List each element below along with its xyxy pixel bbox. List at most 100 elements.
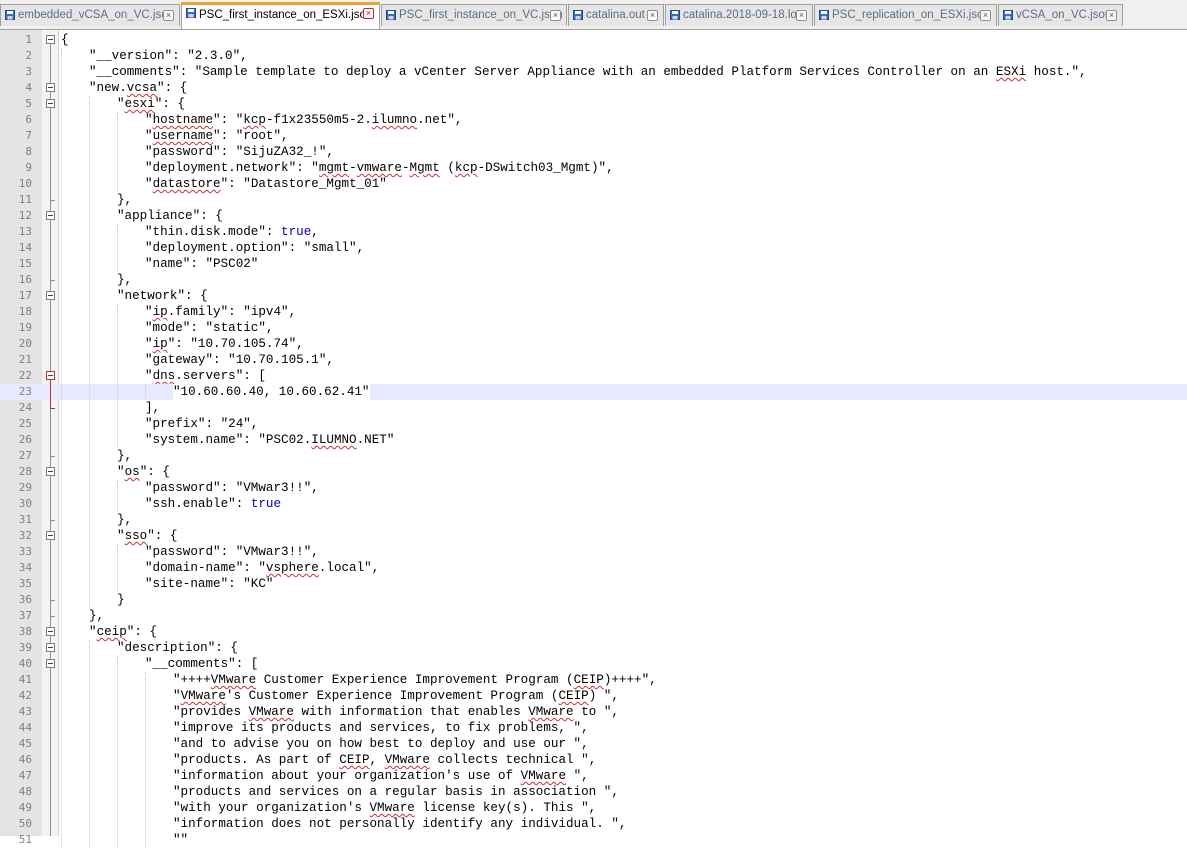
tab-label: PSC_replication_on_ESXi.json [832,9,990,21]
code-line[interactable]: 40 "__comments": [ [0,656,1187,672]
code-line[interactable]: 7 "username": "root", [0,128,1187,144]
code-line[interactable]: 29 "password": "VMwar3!!", [0,480,1187,496]
code-text: "new.vcsa": { [89,81,188,95]
code-text: }, [117,449,133,463]
code-line[interactable]: 48 "products and services on a regular ba… [0,784,1187,800]
close-tab-icon[interactable]: × [647,10,658,21]
code-line[interactable]: 37}, [0,608,1187,624]
code-line[interactable]: 32 "sso": { [0,528,1187,544]
code-line[interactable]: 34 "domain-name": "vsphere.local", [0,560,1187,576]
tab-4[interactable]: catalina.out × [568,4,664,26]
code-line[interactable]: 10 "datastore": "Datastore_Mgmt_01" [0,176,1187,192]
code-line[interactable]: 15 "name": "PSC02" [0,256,1187,272]
close-tab-icon[interactable]: × [980,10,991,21]
fold-toggle-icon[interactable] [46,211,55,220]
code-line[interactable]: 22 "dns.servers": [ [0,368,1187,384]
close-tab-icon[interactable]: × [796,10,807,21]
code-line[interactable]: 41 "++++VMware Customer Experience Improv… [0,672,1187,688]
line-number: 31 [18,513,32,526]
tab-7[interactable]: vCSA_on_VC.json × [998,4,1123,26]
code-line[interactable]: 20 "ip": "10.70.105.74", [0,336,1187,352]
code-line[interactable]: 25 "prefix": "24", [0,416,1187,432]
indent-guide [117,112,118,192]
code-line[interactable]: 18 "ip.family": "ipv4", [0,304,1187,320]
fold-toggle-icon[interactable] [46,35,55,44]
code-line[interactable]: 21 "gateway": "10.70.105.1", [0,352,1187,368]
code-line[interactable]: 8 "password": "SijuZA32_!", [0,144,1187,160]
code-line[interactable]: 49 "with your organization's VMware licen… [0,800,1187,816]
code-line[interactable]: 47 "information about your organization's… [0,768,1187,784]
code-line[interactable]: 4 "new.vcsa": { [0,80,1187,96]
fold-toggle-icon[interactable] [46,371,55,380]
fold-toggle-icon[interactable] [46,99,55,108]
code-line[interactable]: 17 "network": { [0,288,1187,304]
code-line[interactable]: 3 "__comments": "Sample template to deplo… [0,64,1187,80]
tab-6[interactable]: PSC_replication_on_ESXi.json × [814,4,997,26]
code-line[interactable]: 11}, [0,192,1187,208]
line-number: 47 [18,769,32,782]
code-text: "sso": { [117,529,178,543]
close-tab-icon[interactable]: × [550,10,561,21]
fold-toggle-icon[interactable] [46,467,55,476]
tab-label: PSC_first_instance_on_ESXi.json [199,9,373,21]
code-text: "__comments": [ [145,657,259,671]
code-line[interactable]: 12 "appliance": { [0,208,1187,224]
code-line[interactable]: 30 "ssh.enable": true [0,496,1187,512]
code-line[interactable]: 26 "system.name": "PSC02.ILUMNO.NET" [0,432,1187,448]
tab-2[interactable]: PSC_first_instance_on_ESXi.json × [181,2,380,29]
code-line[interactable]: 9 "deployment.network": "mgmt-vmware-Mgmt… [0,160,1187,176]
fold-toggle-icon[interactable] [46,659,55,668]
code-line[interactable]: 36} [0,592,1187,608]
line-number: 10 [18,177,32,190]
code-text: "description": { [117,641,238,655]
code-line[interactable]: 13 "thin.disk.mode": true, [0,224,1187,240]
line-number: 30 [18,497,32,510]
code-text: "name": "PSC02" [145,257,259,271]
indent-guide [117,656,118,848]
fold-toggle-icon[interactable] [46,643,55,652]
close-tab-icon[interactable]: × [1106,10,1117,21]
tab-1[interactable]: embedded_vCSA_on_VC.json × [0,4,180,26]
code-line[interactable]: 16}, [0,272,1187,288]
code-text: "os": { [117,465,170,479]
code-line[interactable]: 42 "VMware's Customer Experience Improvem… [0,688,1187,704]
code-line[interactable]: 33 "password": "VMwar3!!", [0,544,1187,560]
code-line[interactable]: 44 "improve its products and services, to… [0,720,1187,736]
code-line[interactable]: 27}, [0,448,1187,464]
code-line[interactable]: 2 "__version": "2.3.0", [0,48,1187,64]
code-line[interactable]: 28 "os": { [0,464,1187,480]
code-line[interactable]: 50 "information does not personally ident… [0,816,1187,832]
line-number: 5 [25,97,32,110]
fold-toggle-icon[interactable] [46,83,55,92]
fold-toggle-icon[interactable] [46,531,55,540]
code-text: "improve its products and services, to f… [173,721,589,735]
code-line[interactable]: 38 "ceip": { [0,624,1187,640]
fold-end-marker [50,616,55,617]
code-text: ], [145,401,161,415]
fold-toggle-icon[interactable] [46,291,55,300]
code-line[interactable]: 46 "products. As part of CEIP, VMware col… [0,752,1187,768]
code-line[interactable]: 23 "10.60.60.40, 10.60.62.41" [0,384,1187,400]
code-line[interactable]: 35 "site-name": "KC" [0,576,1187,592]
line-number: 7 [25,129,32,142]
code-line[interactable]: 19 "mode": "static", [0,320,1187,336]
code-line[interactable]: 45 "and to advise you on how best to depl… [0,736,1187,752]
code-line[interactable]: 39 "description": { [0,640,1187,656]
code-editor[interactable]: 1{2 "__version": "2.3.0", 3 "__comments": "… [0,30,1187,848]
tab-5[interactable]: catalina.2018-09-18.log × [665,4,813,26]
code-line[interactable]: 24], [0,400,1187,416]
tab-3[interactable]: PSC_first_instance_on_VC.json × [381,4,567,26]
code-line[interactable]: 6 "hostname": "kcp-f1x23550m5-2.ilumno.ne… [0,112,1187,128]
code-text: "domain-name": "vsphere.local", [145,561,380,575]
code-line[interactable]: 31}, [0,512,1187,528]
code-text: }, [89,609,105,623]
code-line[interactable]: 14 "deployment.option": "small", [0,240,1187,256]
close-tab-icon[interactable]: × [363,8,374,19]
tab-label: PSC_first_instance_on_VC.json [399,9,563,21]
close-tab-icon[interactable]: × [163,10,174,21]
code-line[interactable]: 51 "" [0,832,1187,848]
code-line[interactable]: 1{ [0,32,1187,48]
code-line[interactable]: 5 "esxi": { [0,96,1187,112]
code-line[interactable]: 43 "provides VMware with information that… [0,704,1187,720]
fold-toggle-icon[interactable] [46,627,55,636]
